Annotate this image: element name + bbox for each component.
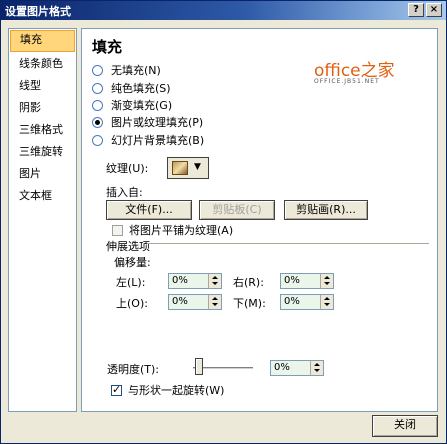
- spin-up-icon[interactable]: [212, 276, 218, 279]
- nav-item-line-style[interactable]: 线型: [9, 75, 76, 97]
- rotate-with-shape-checkbox[interactable]: 与形状一起旋转(W): [111, 383, 224, 397]
- radio-no-fill[interactable]: 无填充(N): [92, 62, 161, 78]
- spin-down-icon[interactable]: [324, 303, 330, 306]
- offset-left-label: 左(L):: [116, 276, 146, 289]
- texture-label: 纹理(U):: [106, 162, 149, 175]
- spin-up-icon[interactable]: [324, 276, 330, 279]
- clipboard-button[interactable]: 剪贴板(C): [199, 200, 275, 220]
- spin-up-icon[interactable]: [314, 363, 320, 366]
- offset-bottom-label: 下(M):: [233, 297, 266, 310]
- help-button[interactable]: ?: [408, 3, 424, 17]
- clipart-button[interactable]: 剪贴画(R)...: [284, 200, 368, 220]
- radio-dot-selected[interactable]: [92, 116, 103, 128]
- checkbox-box-checked[interactable]: [111, 383, 122, 396]
- radio-dot[interactable]: [92, 64, 103, 76]
- title-bar[interactable]: 设置图片格式 ? ×: [1, 1, 446, 20]
- nav-item-3d-format[interactable]: 三维格式: [9, 119, 76, 141]
- radio-label: 纯色填充(S): [111, 82, 171, 95]
- spinner-value[interactable]: 0%: [284, 296, 300, 307]
- transparency-slider-thumb[interactable]: [195, 358, 203, 375]
- offset-top-label: 上(O):: [116, 297, 148, 310]
- radio-label: 图片或纹理填充(P): [111, 116, 204, 129]
- spinner-value[interactable]: 0%: [172, 296, 188, 307]
- spin-up-icon[interactable]: [212, 297, 218, 300]
- offset-bottom-spinner[interactable]: 0%: [280, 294, 334, 310]
- spin-up-icon[interactable]: [324, 297, 330, 300]
- texture-swatch-icon: [172, 161, 188, 175]
- nav-item-line-color[interactable]: 线条颜色: [9, 53, 76, 75]
- office-watermark-logo: office之家 OFFICE.JB51.NET: [314, 56, 432, 90]
- file-button[interactable]: 文件(F)...: [106, 200, 192, 220]
- offset-right-label: 右(R):: [233, 276, 264, 289]
- nav-item-fill[interactable]: 填充: [10, 30, 75, 52]
- spin-down-icon[interactable]: [212, 303, 218, 306]
- stretch-options-label: 伸展选项: [106, 240, 150, 253]
- offset-heading: 偏移量:: [114, 256, 151, 269]
- close-button[interactable]: 关闭: [372, 415, 438, 437]
- spinner-arrows[interactable]: [208, 274, 221, 288]
- radio-dot[interactable]: [92, 134, 103, 146]
- radio-label: 无填充(N): [111, 64, 161, 77]
- radio-label: 幻灯片背景填充(B): [111, 134, 205, 147]
- radio-picture-texture-fill[interactable]: 图片或纹理填充(P): [92, 114, 203, 130]
- tile-texture-checkbox[interactable]: 将图片平铺为纹理(A): [112, 223, 233, 237]
- offset-right-spinner[interactable]: 0%: [280, 273, 334, 289]
- offset-left-spinner[interactable]: 0%: [168, 273, 222, 289]
- radio-slide-background-fill[interactable]: 幻灯片背景填充(B): [92, 132, 204, 148]
- transparency-label: 透明度(T):: [107, 363, 160, 376]
- insert-from-label: 插入自:: [106, 186, 143, 199]
- radio-solid-fill[interactable]: 纯色填充(S): [92, 80, 171, 96]
- fill-panel: 填充 office之家 OFFICE.JB51.NET 无填充(N) 纯色填充(…: [81, 28, 438, 412]
- spinner-value[interactable]: 0%: [274, 362, 290, 373]
- spinner-value[interactable]: 0%: [284, 275, 300, 286]
- transparency-spinner[interactable]: 0%: [270, 360, 324, 376]
- spin-down-icon[interactable]: [314, 369, 320, 372]
- checkbox-label: 与形状一起旋转(W): [128, 384, 225, 397]
- checkbox-box[interactable]: [112, 224, 123, 236]
- nav-item-text-box[interactable]: 文本框: [9, 185, 76, 207]
- spinner-arrows[interactable]: [320, 295, 333, 309]
- nav-item-3d-rotation[interactable]: 三维旋转: [9, 141, 76, 163]
- spinner-arrows[interactable]: [208, 295, 221, 309]
- spin-down-icon[interactable]: [324, 282, 330, 285]
- window-title: 设置图片格式: [5, 5, 71, 18]
- nav-item-picture[interactable]: 图片: [9, 163, 76, 185]
- close-window-button[interactable]: ×: [426, 3, 442, 17]
- format-picture-dialog: 设置图片格式 ? × 填充 线条颜色 线型 阴影 三维格式 三维旋转 图片 文本…: [0, 0, 447, 444]
- radio-label: 渐变填充(G): [111, 99, 173, 112]
- checkbox-label: 将图片平铺为纹理(A): [129, 224, 234, 237]
- radio-dot[interactable]: [92, 99, 103, 111]
- spin-down-icon[interactable]: [212, 282, 218, 285]
- spinner-arrows[interactable]: [310, 361, 323, 375]
- dropdown-arrow-icon: ▼: [194, 162, 201, 172]
- offset-top-spinner[interactable]: 0%: [168, 294, 222, 310]
- watermark-sub-text: OFFICE.JB51.NET: [314, 78, 380, 85]
- panel-heading: 填充: [92, 38, 123, 56]
- category-list: 填充 线条颜色 线型 阴影 三维格式 三维旋转 图片 文本框: [8, 28, 77, 412]
- radio-dot[interactable]: [92, 82, 103, 94]
- spinner-value[interactable]: 0%: [172, 275, 188, 286]
- section-divider: [147, 243, 429, 244]
- spinner-arrows[interactable]: [320, 274, 333, 288]
- radio-gradient-fill[interactable]: 渐变填充(G): [92, 97, 172, 113]
- nav-item-shadow[interactable]: 阴影: [9, 97, 76, 119]
- texture-dropdown[interactable]: ▼: [167, 157, 209, 179]
